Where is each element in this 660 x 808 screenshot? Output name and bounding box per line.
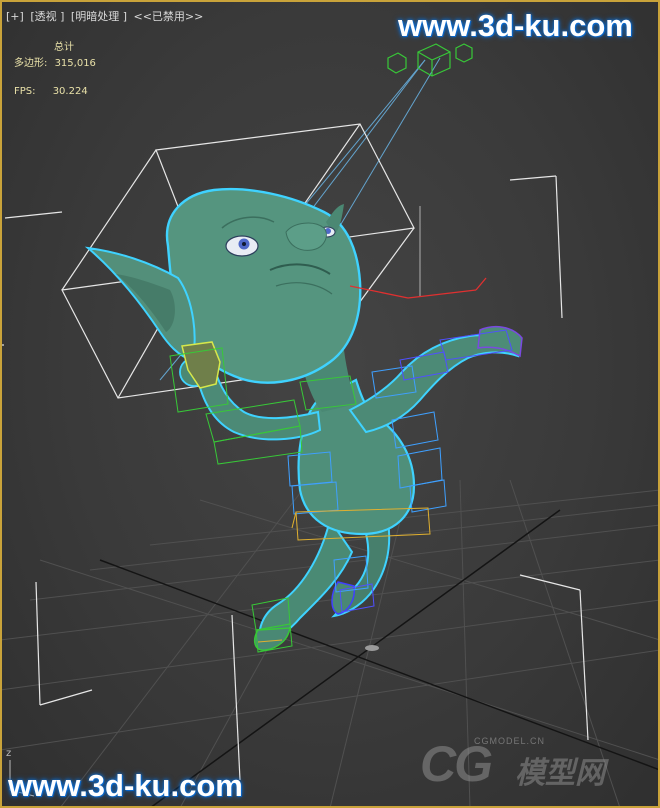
watermark-bottom: www.3d-ku.com	[8, 768, 243, 803]
stats-fps-value: 30.224	[52, 86, 88, 97]
viewport-label-menu: [+] [透视 ] [明暗处理 ] <<已禁用>>	[6, 8, 206, 24]
stats-fps: FPS: 30.224	[14, 86, 88, 97]
stats-polygons-label: 多边形:	[14, 58, 48, 69]
watermark-top: www.3d-ku.com	[398, 8, 633, 43]
stats-fps-label: FPS:	[14, 86, 36, 97]
stats-polygons-value: 315,016	[54, 58, 96, 69]
ground-marker	[365, 645, 379, 651]
viewport-shading-menu[interactable]: [明暗处理 ]	[71, 10, 127, 23]
cgmodel-domain: CGMODEL.CN	[474, 736, 546, 746]
viewport-disabled-menu[interactable]: <<已禁用>>	[134, 10, 204, 23]
viewport-plus-menu[interactable]: [+]	[6, 10, 24, 23]
scene-canvas[interactable]	[0, 0, 660, 808]
axis-z-label: z	[6, 748, 12, 759]
goblin-character[interactable]	[84, 187, 523, 651]
perspective-viewport[interactable]: [+] [透视 ] [明暗处理 ] <<已禁用>> 总计 多边形: 315,01…	[0, 0, 660, 808]
cgmodel-chinese-name: 模型网	[515, 756, 605, 791]
stats-total-label: 总计	[54, 42, 74, 53]
target-cube-group[interactable]	[387, 43, 473, 77]
stats-polygons: 多边形: 315,016	[14, 54, 96, 69]
viewport-view-menu[interactable]: [透视 ]	[30, 10, 64, 23]
